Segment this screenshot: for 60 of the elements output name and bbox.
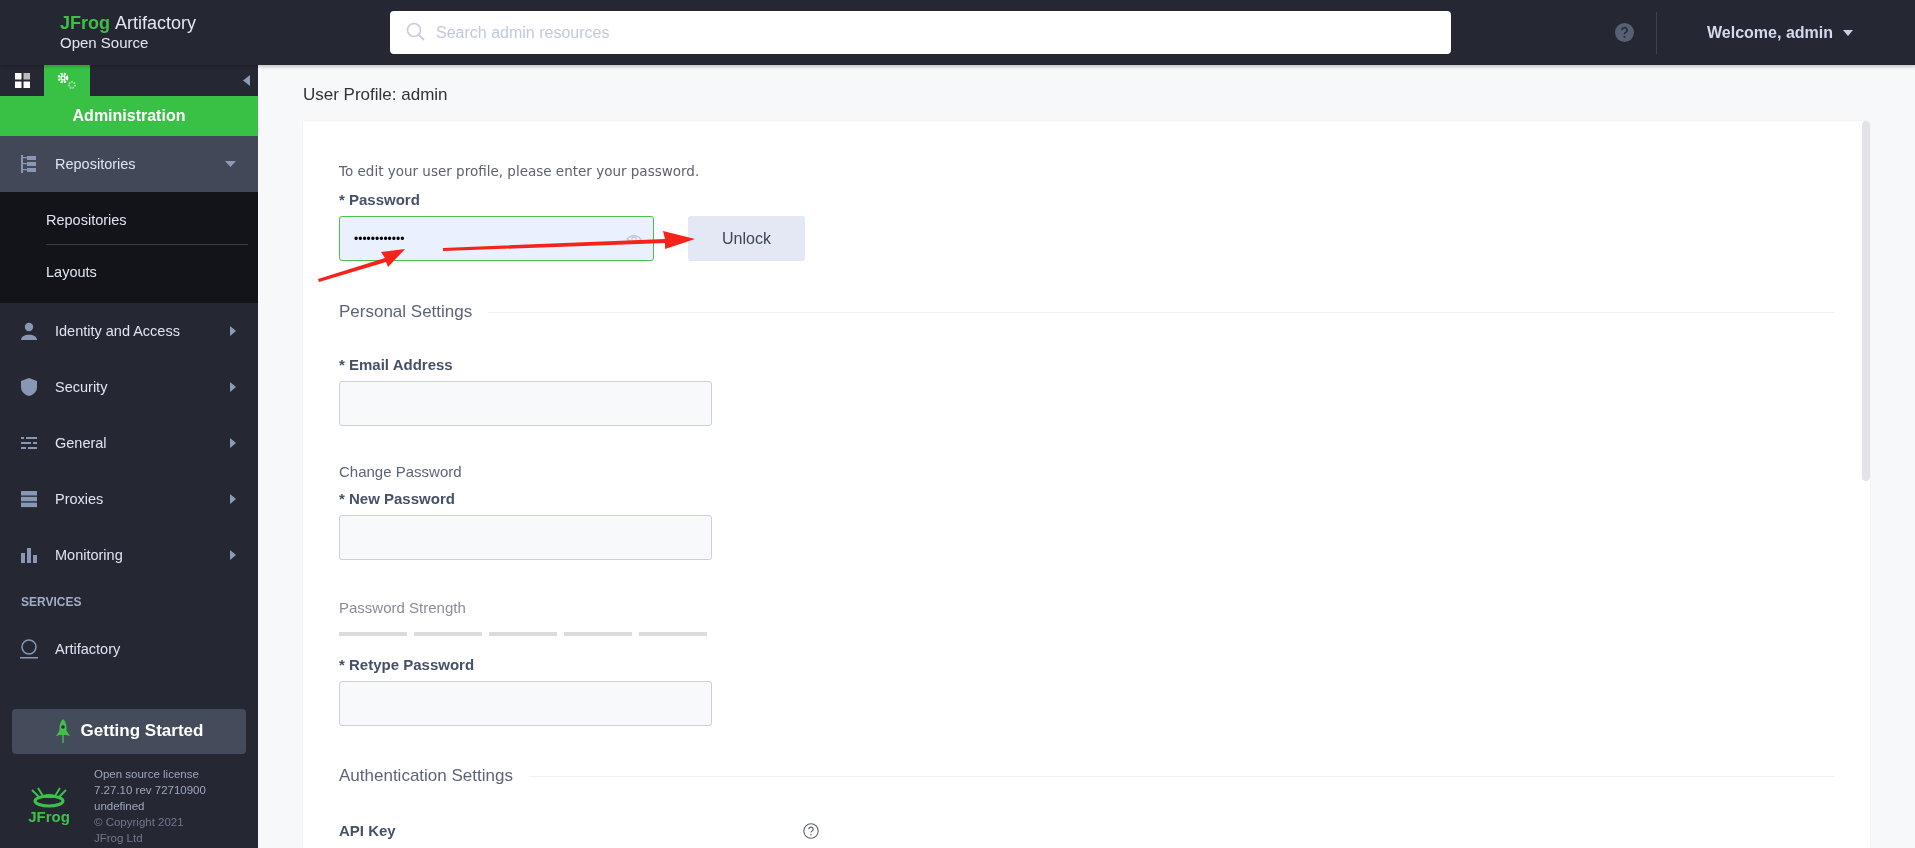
password-field[interactable]: ••••••••••••	[339, 216, 654, 261]
license-text: undefined	[94, 798, 146, 814]
rocket-icon	[54, 719, 71, 744]
page-title: User Profile: admin	[303, 85, 449, 105]
license-text: Open source license	[94, 766, 200, 782]
nav-item[interactable]: Identity and Access	[0, 303, 258, 359]
user-menu[interactable]: Welcome, admin	[1707, 23, 1853, 42]
nav-item[interactable]: Proxies	[0, 471, 258, 527]
service-item[interactable]: Artifactory	[0, 621, 258, 677]
sub-nav-item[interactable]: Repositories	[46, 196, 248, 244]
caret-right-icon	[230, 494, 236, 504]
bar-chart-icon	[20, 546, 38, 564]
intro-text: To edit your user profile, please enter your password.	[339, 163, 701, 179]
help-icon[interactable]	[1615, 23, 1635, 42]
sliders-icon	[20, 434, 38, 452]
field-label: API Key	[339, 822, 396, 839]
services-heading: SERVICES	[20, 594, 83, 611]
caret-right-icon	[230, 438, 236, 448]
field-label: * Password	[339, 191, 421, 208]
retype-password-field[interactable]	[339, 681, 712, 726]
caret-right-icon	[230, 382, 236, 392]
section-heading: Authentication Settings	[339, 766, 513, 786]
caret-icon	[1843, 29, 1853, 36]
subsection-heading: Change Password	[339, 463, 463, 480]
section-heading: Personal Settings	[339, 302, 473, 322]
product-name: Artifactory	[115, 14, 197, 34]
person-icon	[20, 322, 38, 340]
license-text: 7.27.10 rev 72710900	[94, 782, 207, 798]
strength-label: Password Strength	[339, 599, 467, 616]
nav-item[interactable]: Security	[0, 359, 258, 415]
grid-icon	[14, 73, 30, 88]
jfrog-logo: JFrog	[28, 786, 70, 826]
nav-item[interactable]: Repositories	[0, 136, 258, 192]
section-title: Administration	[0, 96, 258, 136]
caret-right-icon	[230, 326, 236, 336]
scrollbar-thumb[interactable]	[1862, 121, 1870, 481]
nav-item[interactable]: General	[0, 415, 258, 471]
field-label: * New Password	[339, 490, 456, 507]
caret-right-icon	[230, 550, 236, 560]
edition-label: Open Source	[60, 35, 150, 51]
new-password-field[interactable]	[339, 515, 712, 560]
tree-icon	[20, 155, 38, 173]
caret-down-icon	[225, 161, 236, 167]
copyright-text: © Copyright 2021 JFrog Ltd	[94, 814, 185, 846]
field-label: * Retype Password	[339, 656, 476, 673]
email-field[interactable]	[339, 381, 712, 426]
gears-icon	[55, 70, 79, 91]
circle-icon	[20, 639, 38, 659]
collapse-icon[interactable]	[243, 75, 250, 86]
nav-item[interactable]: Monitoring	[0, 527, 258, 583]
help-icon[interactable]	[803, 822, 819, 839]
sub-nav-item[interactable]: Layouts	[46, 244, 248, 299]
search-field[interactable]: Search admin resources	[390, 11, 1451, 54]
brand-name: JFrog	[60, 14, 110, 34]
field-label: * Email Address	[339, 356, 454, 373]
search-icon	[406, 22, 426, 42]
server-icon	[20, 490, 38, 508]
shield-icon	[20, 378, 38, 396]
unlock-button[interactable]: Unlock	[688, 216, 805, 261]
getting-started-button[interactable]: Getting Started	[12, 708, 246, 754]
